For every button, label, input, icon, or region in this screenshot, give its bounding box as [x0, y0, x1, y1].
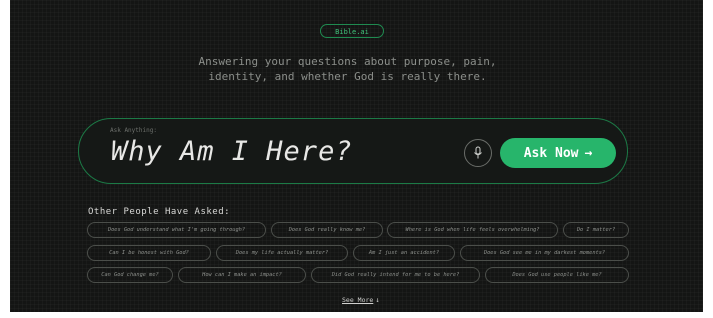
question-chip[interactable]: Does God use people like me? — [485, 267, 629, 283]
question-chip[interactable]: Does God understand what I'm going throu… — [87, 222, 266, 238]
question-chip[interactable]: Does God really know me? — [271, 222, 383, 238]
question-chip[interactable]: Am I just an accident? — [353, 245, 455, 261]
question-chip[interactable]: Do I matter? — [563, 222, 629, 238]
question-chip[interactable]: Can I be honest with God? — [87, 245, 211, 261]
question-chip[interactable]: Does God see me in my darkest moments? — [460, 245, 629, 261]
question-chip[interactable]: Does my life actually matter? — [216, 245, 348, 261]
question-chip[interactable]: Can God change me? — [87, 267, 173, 283]
question-chip[interactable]: Did God really intend for me to be here? — [311, 267, 480, 283]
see-more-label: See More — [342, 296, 374, 304]
question-chips: Does God understand what I'm going throu… — [0, 0, 713, 318]
arrow-down-icon: ↓ — [375, 296, 380, 304]
see-more-link[interactable]: See More ↓ — [342, 296, 380, 304]
question-chip[interactable]: Where is God when life feels overwhelmin… — [387, 222, 558, 238]
question-chip[interactable]: How can I make an impact? — [178, 267, 306, 283]
